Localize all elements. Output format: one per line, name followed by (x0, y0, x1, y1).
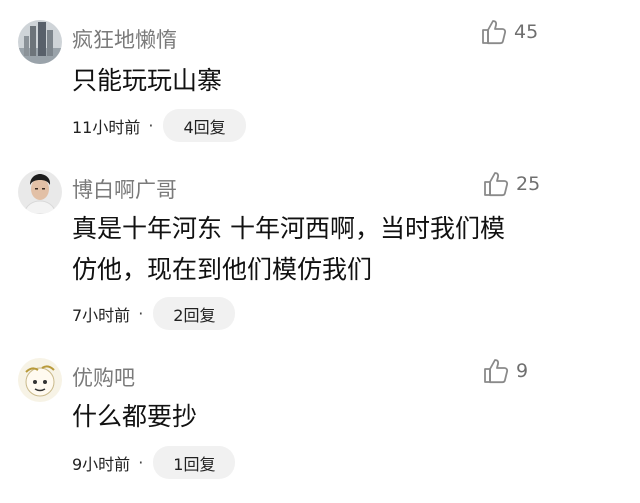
separator-dot: · (138, 453, 144, 472)
avatar[interactable] (18, 358, 62, 402)
like-button[interactable]: 9 (482, 357, 528, 385)
replies-label: 1回复 (173, 454, 216, 474)
avatar-image (18, 358, 62, 402)
thumbs-up-icon (482, 357, 510, 385)
replies-button[interactable]: 1回复 (153, 446, 236, 479)
comment-line: 什么都要抄 (72, 402, 198, 431)
comment-meta: 9小时前 · 1回复 (72, 446, 236, 479)
like-count: 9 (516, 360, 529, 382)
username[interactable]: 优购吧 (72, 362, 135, 392)
timestamp: 9小时前 (72, 454, 131, 474)
comment-item: 优购吧 9 什么都要抄 9小时前 · 1回复 (0, 0, 640, 503)
comment-text: 什么都要抄 (72, 396, 552, 437)
